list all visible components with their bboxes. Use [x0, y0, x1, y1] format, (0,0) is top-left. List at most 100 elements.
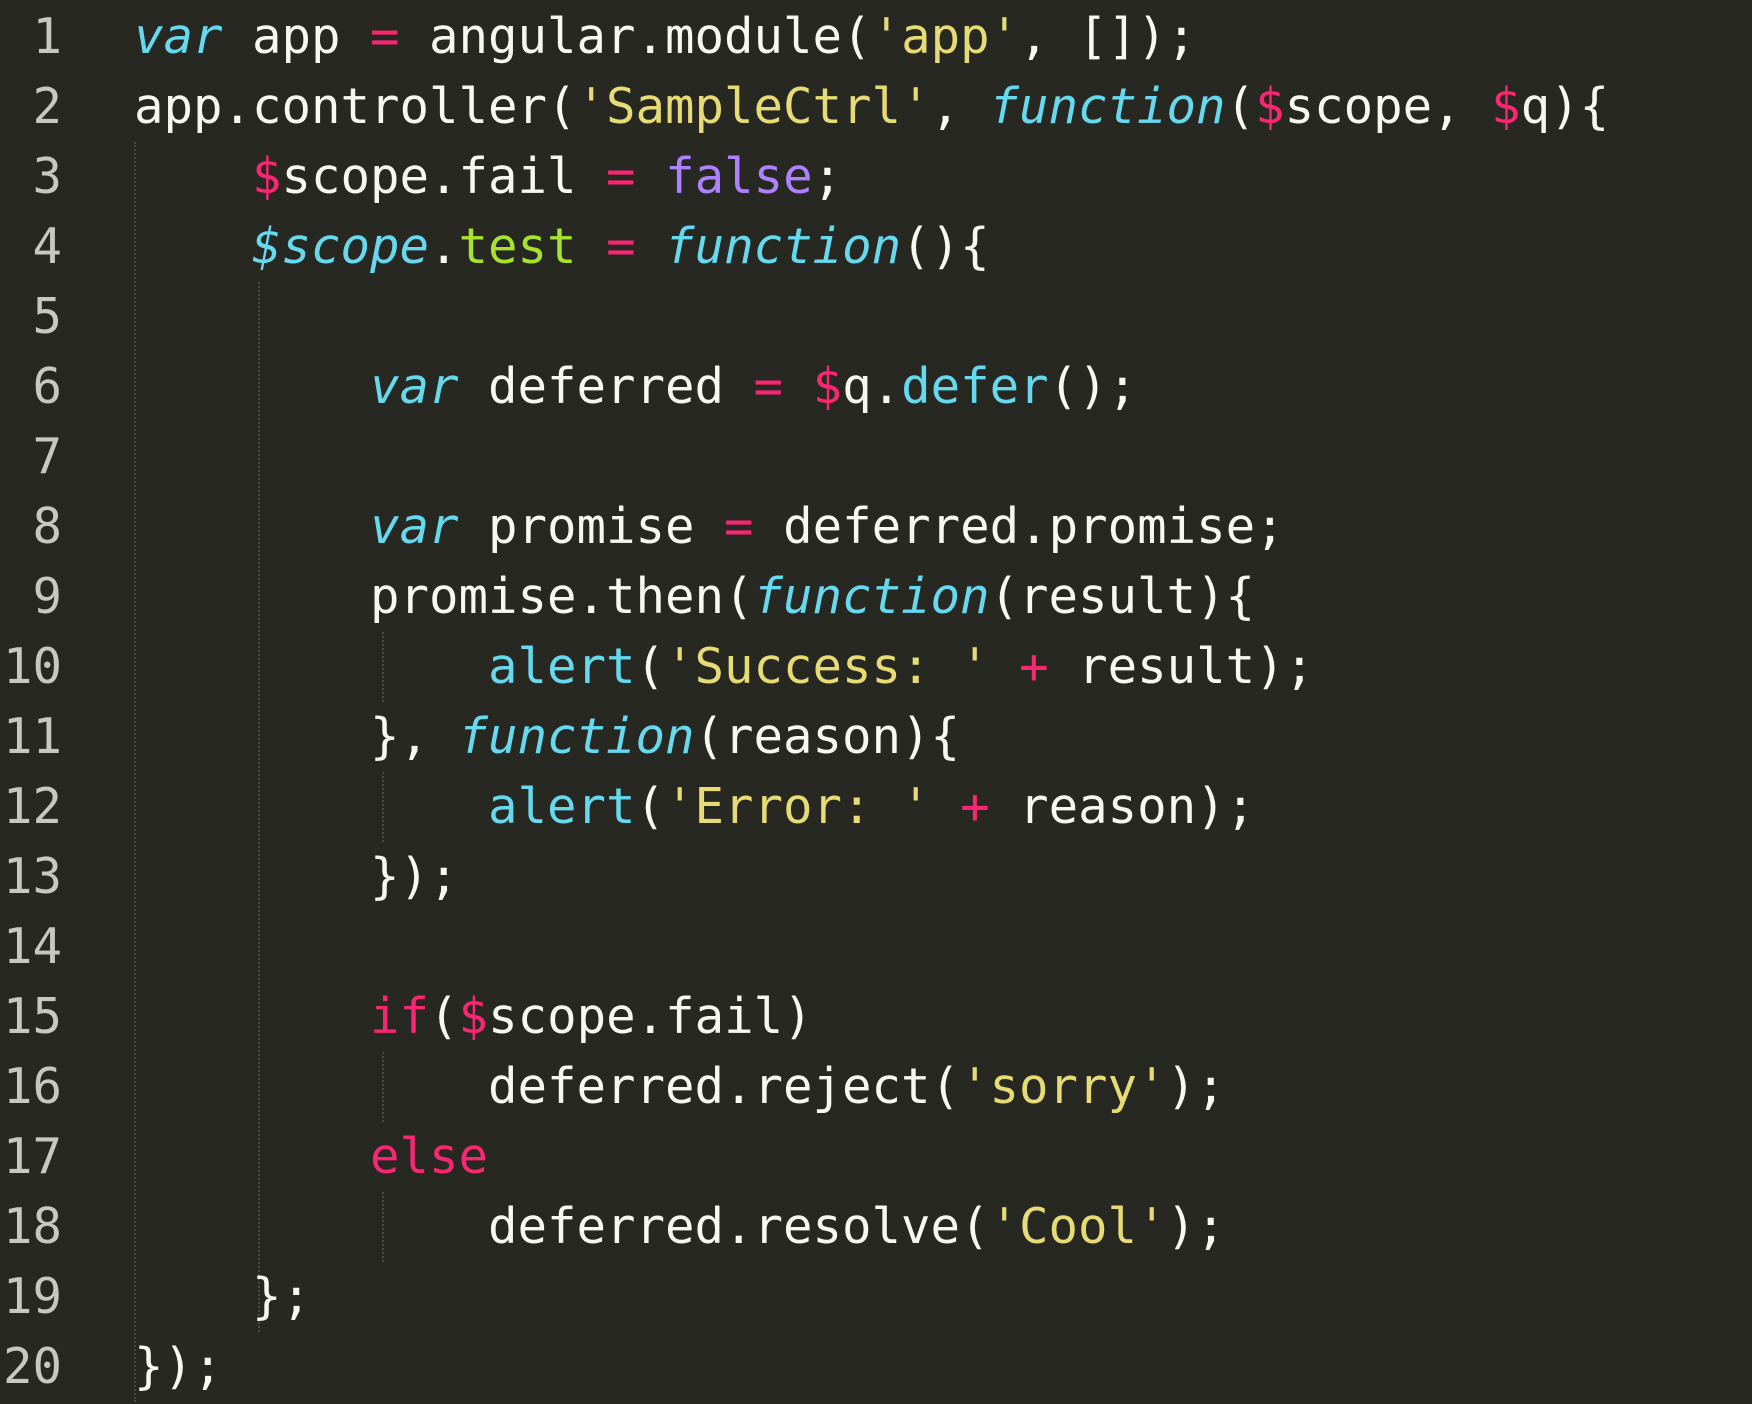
code-token: , []);	[1019, 8, 1197, 65]
code-token: (	[1225, 78, 1256, 135]
code-token: else	[370, 1128, 489, 1185]
code-line[interactable]: 20});	[0, 1332, 1752, 1402]
line-number: 18	[2, 1198, 62, 1255]
code-line[interactable]: 18 deferred.resolve('Cool');	[0, 1192, 1752, 1262]
code-token: alert	[488, 638, 636, 695]
code-token: function	[753, 568, 990, 625]
code-line[interactable]: 5	[0, 282, 1752, 352]
code-token: (result){	[989, 568, 1256, 625]
line-number: 16	[2, 1058, 62, 1115]
line-code: }, function(reason){	[134, 702, 960, 772]
code-editor[interactable]: 1 var app = angular.module('app', []); 2 ap…	[0, 0, 1752, 1404]
code-token: +	[1019, 638, 1049, 695]
code-line[interactable]: 17 else	[0, 1122, 1752, 1192]
code-token: });	[134, 848, 459, 905]
code-token: (	[635, 638, 666, 695]
code-token: .	[429, 218, 459, 275]
code-line[interactable]: 4 $scope.test = function(){	[0, 212, 1752, 282]
line-code: promise.then(function(result){	[134, 562, 1255, 632]
line-number: 8	[32, 498, 62, 555]
line-code: deferred.reject('sorry');	[134, 1052, 1226, 1122]
code-token: 'Error: '	[665, 778, 931, 835]
line-number: 13	[2, 848, 62, 905]
code-token: $	[1491, 78, 1521, 135]
line-code: };	[134, 1262, 311, 1332]
code-token: false	[665, 148, 813, 205]
line-code: });	[134, 842, 459, 912]
line-number: 6	[32, 358, 62, 415]
code-token: app.controller(	[134, 78, 577, 135]
line-code: $scope.test = function(){	[134, 212, 990, 282]
line-number: 20	[2, 1338, 62, 1395]
code-line[interactable]: 11 }, function(reason){	[0, 702, 1752, 772]
code-token: $	[252, 148, 282, 205]
code-token: $	[458, 988, 489, 1045]
code-token: reason);	[989, 778, 1256, 835]
line-code: app.controller('SampleCtrl', function($s…	[134, 72, 1609, 142]
code-line[interactable]: 19 };	[0, 1262, 1752, 1332]
code-token: =	[606, 218, 636, 275]
code-token: ;	[812, 148, 843, 205]
line-number: 7	[32, 428, 62, 485]
code-token: function	[458, 708, 695, 765]
code-token: 'SampleCtrl'	[576, 78, 931, 135]
code-token: 'Cool'	[989, 1198, 1167, 1255]
code-token: =	[724, 498, 754, 555]
code-token: q){	[1520, 78, 1610, 135]
code-line[interactable]: 10 alert('Success: ' + result);	[0, 632, 1752, 702]
line-code: var promise = deferred.promise;	[134, 492, 1285, 562]
code-line[interactable]: 6 var deferred = $q.defer();	[0, 352, 1752, 422]
code-token: );	[1166, 1198, 1226, 1255]
code-token: (	[429, 988, 459, 1045]
code-token: 'sorry'	[960, 1058, 1167, 1115]
code-token: defer	[901, 358, 1049, 415]
code-line[interactable]: 3 $scope.fail = false;	[0, 142, 1752, 212]
code-token: =	[753, 358, 784, 415]
code-token: (){	[901, 218, 990, 275]
code-token: $	[812, 358, 843, 415]
code-line[interactable]: 12 alert('Error: ' + reason);	[0, 772, 1752, 842]
code-line[interactable]: 1 var app = angular.module('app', []);	[0, 2, 1752, 72]
code-token: promise.then(	[134, 568, 754, 625]
line-code: deferred.resolve('Cool');	[134, 1192, 1226, 1262]
line-code: var deferred = $q.defer();	[134, 352, 1137, 422]
code-token: promise	[458, 498, 725, 555]
code-line[interactable]: 16 deferred.reject('sorry');	[0, 1052, 1752, 1122]
code-line[interactable]: 13 });	[0, 842, 1752, 912]
line-number: 2	[32, 78, 62, 135]
code-line[interactable]: 2 app.controller('SampleCtrl', function($…	[0, 72, 1752, 142]
code-token: var	[134, 8, 223, 65]
line-number: 11	[2, 708, 62, 765]
line-number: 12	[2, 778, 62, 835]
code-token: scope,	[1284, 78, 1492, 135]
line-number: 19	[2, 1268, 62, 1325]
code-token: app	[222, 8, 371, 65]
code-line[interactable]: 9 promise.then(function(result){	[0, 562, 1752, 632]
line-number: 17	[2, 1128, 62, 1185]
line-code: else	[134, 1122, 488, 1192]
code-token: scope.fail	[281, 148, 607, 205]
code-token: deferred.promise;	[753, 498, 1285, 555]
code-token: var	[370, 358, 459, 415]
code-line[interactable]: 7	[0, 422, 1752, 492]
code-token: (reason){	[694, 708, 961, 765]
line-number: 9	[32, 568, 62, 625]
code-line[interactable]: 14	[0, 912, 1752, 982]
line-number: 5	[32, 288, 62, 345]
code-line[interactable]: 15 if($scope.fail)	[0, 982, 1752, 1052]
code-token: result);	[1048, 638, 1315, 695]
line-number: 1	[32, 8, 62, 65]
code-line[interactable]: 8 var promise = deferred.promise;	[0, 492, 1752, 562]
